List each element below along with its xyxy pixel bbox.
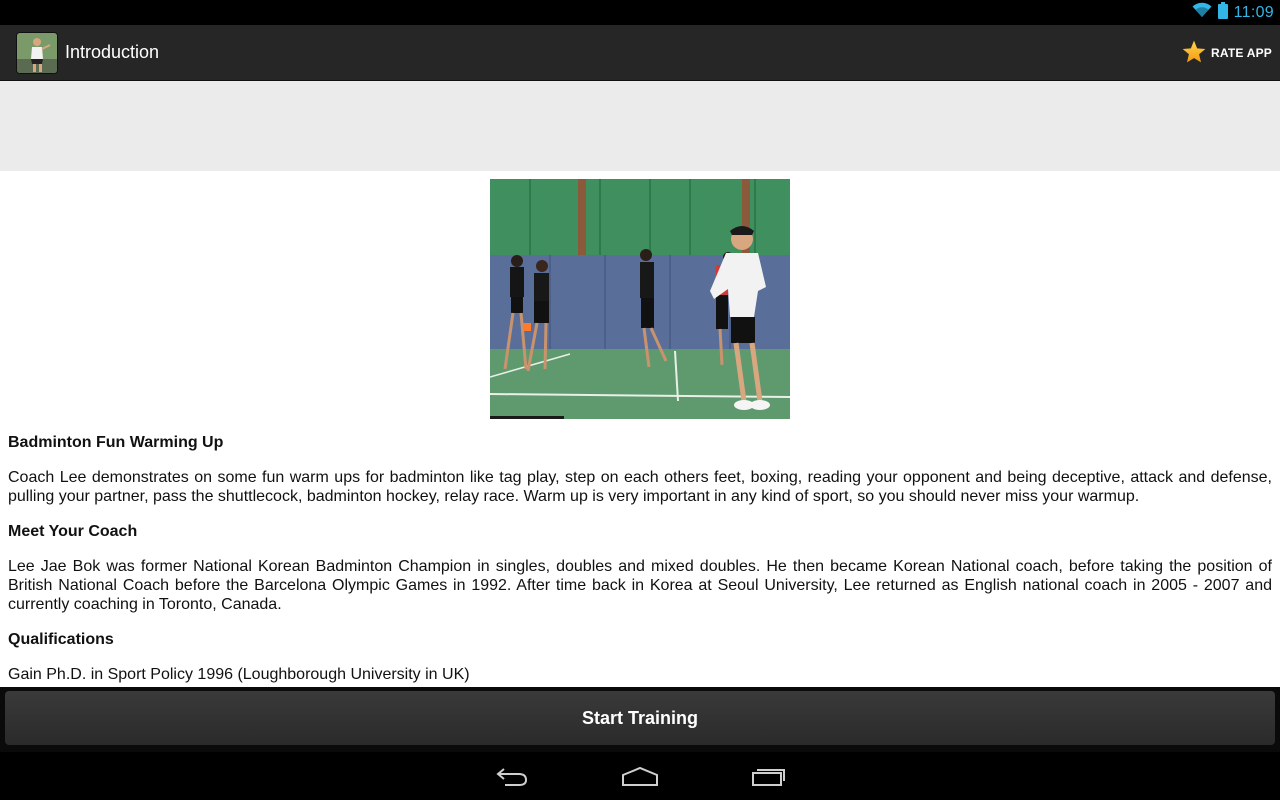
section-heading: Meet Your Coach — [8, 523, 138, 540]
status-time: 11:09 — [1233, 3, 1274, 21]
app-screen: 11:09 Introduction RATE APP Badminton Fu… — [0, 0, 1280, 800]
section-body: Coach Lee demonstrates on some fun warm … — [8, 469, 1272, 505]
ad-banner-area — [0, 81, 1280, 171]
wifi-icon — [1192, 2, 1212, 23]
system-nav-bar — [0, 752, 1280, 800]
start-training-button[interactable]: Start Training — [5, 691, 1275, 745]
rate-app-button[interactable]: RATE APP — [1181, 37, 1272, 69]
recent-apps-icon[interactable] — [749, 762, 789, 790]
intro-content: Badminton Fun Warming Up Coach Lee demon… — [0, 171, 1280, 687]
badminton-player-icon[interactable] — [16, 32, 58, 74]
badminton-warmup-video-thumbnail[interactable] — [490, 179, 790, 419]
section-body: Lee Jae Bok was former National Korean B… — [8, 558, 1272, 613]
bottom-bar: Start Training — [0, 687, 1280, 752]
status-indicators: 11:09 — [1192, 0, 1274, 25]
home-icon[interactable] — [620, 762, 660, 790]
page-title: Introduction — [65, 42, 160, 62]
battery-icon — [1217, 1, 1228, 24]
back-icon[interactable] — [492, 762, 532, 790]
star-icon — [1181, 39, 1207, 68]
section-body: Gain Ph.D. in Sport Policy 1996 (Loughbo… — [8, 666, 470, 683]
action-bar: Introduction RATE APP — [0, 25, 1280, 81]
section-heading: Qualifications — [8, 631, 114, 648]
section-heading: Badminton Fun Warming Up — [8, 434, 224, 451]
status-bar: 11:09 — [0, 0, 1280, 25]
rate-app-label: RATE APP — [1211, 46, 1272, 60]
intro-text: Badminton Fun Warming Up Coach Lee demon… — [8, 433, 1272, 687]
